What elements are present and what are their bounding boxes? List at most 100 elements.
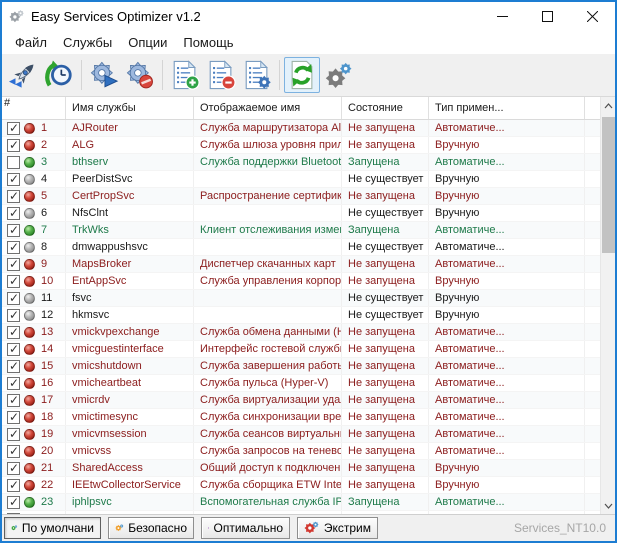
table-row[interactable]: 21 SharedAccess Общий доступ к подключен…: [2, 460, 600, 477]
preset-optimal-button[interactable]: Оптимально: [201, 517, 290, 539]
row-checkbox[interactable]: [7, 495, 20, 509]
row-checkbox[interactable]: [7, 342, 20, 356]
table-row[interactable]: 18 vmictimesync Служба синхронизации вре…: [2, 409, 600, 426]
row-checkbox[interactable]: [7, 172, 20, 186]
row-checkbox[interactable]: [7, 393, 20, 407]
row-checkbox[interactable]: [7, 461, 20, 475]
preset-extreme-button[interactable]: Экстрим: [297, 517, 378, 539]
row-checkbox[interactable]: [7, 512, 20, 514]
row-checkbox[interactable]: [7, 121, 20, 135]
menu-item-services[interactable]: Службы: [55, 32, 120, 53]
cell-state: Не запущена: [342, 324, 429, 340]
cell-service-name: CertPropSvc: [66, 188, 194, 204]
row-checkbox[interactable]: [7, 138, 20, 152]
table-row[interactable]: 19 vmicvmsession Служба сеансов виртуаль…: [2, 426, 600, 443]
start-service-button[interactable]: [86, 57, 122, 93]
row-checkbox[interactable]: [7, 410, 20, 424]
row-checkbox[interactable]: [7, 291, 20, 305]
apply-services-button[interactable]: [5, 57, 41, 93]
row-filler: [585, 358, 600, 374]
app-window: Easy Services Optimizer v1.2 Файл Службы…: [0, 0, 617, 543]
close-button[interactable]: [570, 2, 615, 30]
row-checkbox[interactable]: [7, 223, 20, 237]
vertical-scrollbar[interactable]: [600, 97, 615, 514]
cell-startup-type: Автоматиче...: [429, 341, 585, 357]
table-row[interactable]: 6 NfsClnt Не существует Вручную: [2, 205, 600, 222]
status-dot-icon: [24, 411, 35, 423]
row-checkbox[interactable]: [7, 257, 20, 271]
row-checkbox[interactable]: [7, 155, 20, 169]
cell-startup-type: Автоматиче...: [429, 154, 585, 170]
add-service-button[interactable]: [167, 57, 203, 93]
table-row[interactable]: 3 bthserv Служба поддержки Bluetooth Зап…: [2, 154, 600, 171]
cell-startup-type: Вручную: [429, 290, 585, 306]
row-checkbox[interactable]: [7, 308, 20, 322]
preset-default-button[interactable]: По умолчани: [4, 517, 101, 539]
row-checkbox[interactable]: [7, 240, 20, 254]
minimize-button[interactable]: [480, 2, 525, 30]
edit-service-button[interactable]: [239, 57, 275, 93]
table-row[interactable]: 13 vmickvpexchange Служба обмена данными…: [2, 324, 600, 341]
chevron-up-icon: [604, 102, 613, 108]
title-bar[interactable]: Easy Services Optimizer v1.2: [2, 2, 615, 30]
row-checkbox[interactable]: [7, 359, 20, 373]
table-row[interactable]: 4 PeerDistSvc Не существует Вручную: [2, 171, 600, 188]
cell-state: Запущена: [342, 154, 429, 170]
table-row[interactable]: 2 ALG Служба шлюза уровня прило... Не за…: [2, 137, 600, 154]
row-checkbox[interactable]: [7, 189, 20, 203]
settings-button[interactable]: [320, 57, 356, 93]
status-dot-icon: [24, 173, 35, 185]
table-row[interactable]: 1 AJRouter Служба маршрутизатора AllJ...…: [2, 120, 600, 137]
row-selector-cell: 22: [2, 477, 66, 493]
row-checkbox[interactable]: [7, 444, 20, 458]
row-checkbox[interactable]: [7, 478, 20, 492]
remove-service-button[interactable]: [203, 57, 239, 93]
table-row[interactable]: 17 vmicrdv Служба виртуализации удал... …: [2, 392, 600, 409]
column-header-service-name[interactable]: Имя службы: [66, 97, 194, 119]
row-checkbox[interactable]: [7, 376, 20, 390]
preset-safe-button[interactable]: Безопасно: [108, 517, 194, 539]
menu-item-options[interactable]: Опции: [120, 32, 175, 53]
row-checkbox[interactable]: [7, 274, 20, 288]
column-header-number[interactable]: #: [2, 97, 66, 119]
scrollbar-thumb[interactable]: [602, 117, 615, 253]
cell-display-name: Служба поддержки Bluetooth: [194, 154, 342, 170]
table-row[interactable]: 8 dmwappushsvc Не существует Автоматиче.…: [2, 239, 600, 256]
table-row[interactable]: 9 MapsBroker Диспетчер скачанных карт Не…: [2, 256, 600, 273]
table-row[interactable]: 7 TrkWks Клиент отслеживания измени... З…: [2, 222, 600, 239]
row-checkbox[interactable]: [7, 427, 20, 441]
table-row[interactable]: 16 vmicheartbeat Служба пульса (Hyper-V)…: [2, 375, 600, 392]
refresh-list-button[interactable]: [284, 57, 320, 93]
table-row[interactable]: 20 vmicvss Служба запросов на теневое ..…: [2, 443, 600, 460]
row-selector-cell: 3: [2, 154, 66, 170]
table-row[interactable]: 23 iphlpsvc Вспомогательная служба IP За…: [2, 494, 600, 511]
table-row[interactable]: 22 IEEtwCollectorService Служба сборщика…: [2, 477, 600, 494]
menu-item-file[interactable]: Файл: [7, 32, 55, 53]
scroll-down-button[interactable]: [601, 497, 615, 514]
row-checkbox[interactable]: [7, 325, 20, 339]
restore-backup-button[interactable]: [41, 57, 77, 93]
column-header-state[interactable]: Состояние: [342, 97, 429, 119]
table-row[interactable]: 14 vmicguestinterface Интерфейс гостевой…: [2, 341, 600, 358]
status-dot-icon: [24, 377, 35, 389]
table-row[interactable]: 12 hkmsvc Не существует Вручную: [2, 307, 600, 324]
cell-display-name: Служба завершения работы ...: [194, 358, 342, 374]
list-add-icon: [173, 60, 200, 90]
column-header-startup-type[interactable]: Тип примен...: [429, 97, 585, 119]
table-row[interactable]: 15 vmicshutdown Служба завершения работы…: [2, 358, 600, 375]
stop-service-button[interactable]: [122, 57, 158, 93]
table-row[interactable]: 11 fsvc Не существует Вручную: [2, 290, 600, 307]
column-header-display-name[interactable]: Отображаемое имя: [194, 97, 342, 119]
scroll-up-button[interactable]: [601, 97, 615, 114]
table-row[interactable]: [2, 511, 600, 514]
menu-item-help[interactable]: Помощь: [175, 32, 241, 53]
table-row[interactable]: 5 CertPropSvc Распространение сертификат…: [2, 188, 600, 205]
cell-state: Не существует: [342, 239, 429, 255]
cell-startup-type: Вручную: [429, 137, 585, 153]
row-checkbox[interactable]: [7, 206, 20, 220]
maximize-button[interactable]: [525, 2, 570, 30]
services-profile-label: Services_NT10.0: [513, 521, 606, 535]
row-filler: [585, 511, 600, 514]
table-row[interactable]: 10 EntAppSvc Служба управления корпора..…: [2, 273, 600, 290]
cell-state: Не запущена: [342, 137, 429, 153]
